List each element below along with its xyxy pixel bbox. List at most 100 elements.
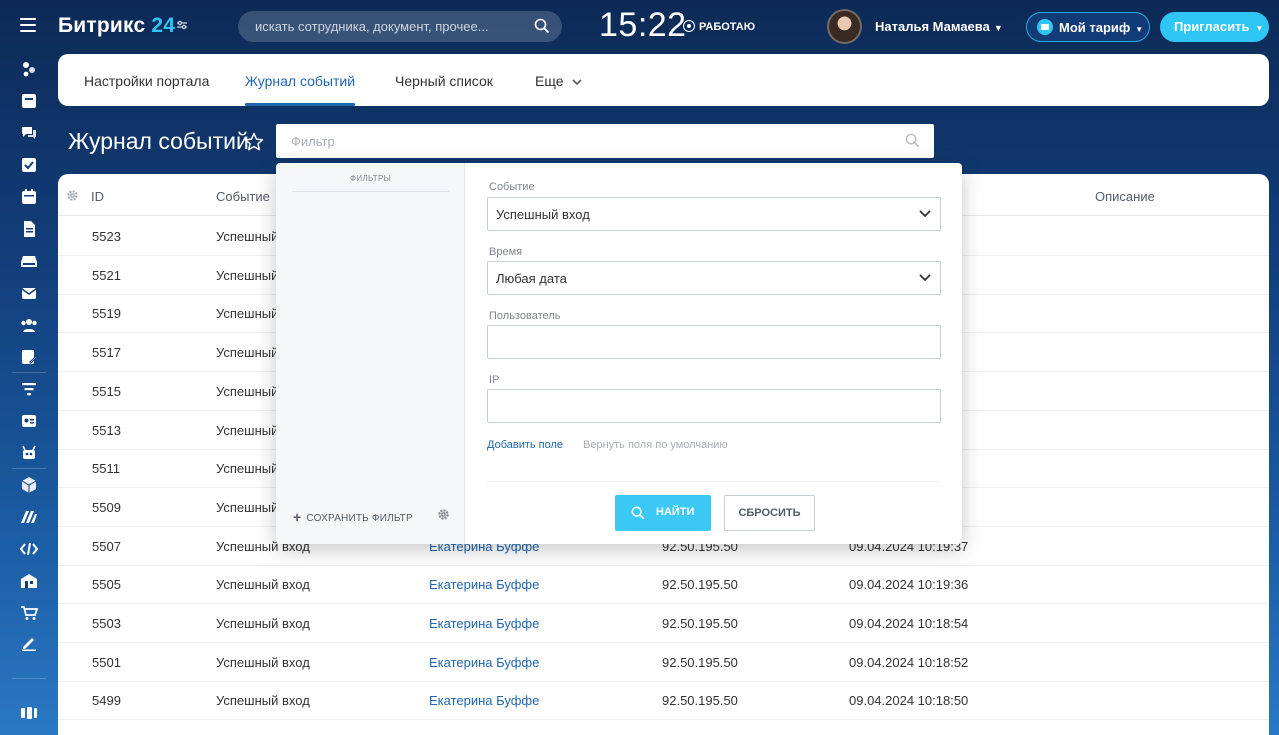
- column-settings-gear-icon[interactable]: [66, 189, 79, 202]
- gear-icon[interactable]: [437, 508, 450, 521]
- shop-icon[interactable]: [20, 604, 39, 622]
- filter-presets-panel: ФИЛЬТРЫ + СОХРАНИТЬ ФИЛЬТР: [276, 163, 465, 544]
- find-button[interactable]: НАЙТИ: [615, 495, 711, 531]
- plus-icon: +: [293, 509, 302, 525]
- chevron-down-icon: [919, 274, 931, 282]
- search-icon: [631, 506, 645, 520]
- logo[interactable]: Битрикс 24: [58, 14, 175, 38]
- developer-icon[interactable]: [19, 540, 39, 558]
- drive-icon[interactable]: [20, 252, 38, 270]
- cell-event: Успешный вход: [216, 693, 310, 709]
- add-field-link[interactable]: Добавить поле: [487, 439, 563, 451]
- user-name: Наталья Мамаева: [875, 19, 990, 34]
- column-header-id[interactable]: ID: [91, 189, 104, 204]
- cell-id: 5515: [92, 383, 121, 399]
- work-status-label: РАБОТАЮ: [699, 21, 756, 33]
- filter-search-input[interactable]: Фильтр: [276, 124, 934, 158]
- user-link[interactable]: Екатерина Буффе: [429, 655, 539, 670]
- save-filter-button[interactable]: + СОХРАНИТЬ ФИЛЬТР: [293, 509, 413, 525]
- activity-stream-icon[interactable]: [20, 60, 38, 78]
- filter-placeholder: Фильтр: [291, 134, 335, 149]
- user-link[interactable]: Екатерина Буффе: [429, 693, 539, 708]
- clock[interactable]: 15:22: [599, 6, 687, 45]
- tab-event-log[interactable]: Журнал событий: [245, 73, 356, 106]
- user-link[interactable]: Екатерина Буффе: [429, 616, 539, 631]
- ip-field[interactable]: [487, 389, 941, 423]
- left-sidebar: [0, 54, 58, 735]
- filter-icon[interactable]: [20, 380, 38, 398]
- find-button-label: НАЙТИ: [656, 506, 695, 518]
- chat-icon[interactable]: [20, 124, 38, 142]
- cell-id: 5519: [92, 306, 121, 322]
- caret-down-icon: ▼: [1135, 25, 1144, 34]
- time-select[interactable]: Любая дата: [487, 261, 941, 295]
- menu-icon[interactable]: [20, 18, 36, 32]
- sidebar-divider: [12, 372, 46, 373]
- event-select[interactable]: Успешный вход: [487, 197, 941, 231]
- logo-name: Битрикс: [58, 14, 146, 37]
- cell-ip: 92.50.195.50: [662, 616, 738, 631]
- user-menu[interactable]: Наталья Мамаева ▼: [875, 19, 1003, 34]
- cell-id: 5507: [92, 538, 121, 554]
- avatar[interactable]: [827, 9, 862, 44]
- tariff-button[interactable]: Мой тариф ▼: [1026, 12, 1150, 42]
- tab-more[interactable]: Еще: [535, 73, 582, 89]
- groups-icon[interactable]: [20, 316, 38, 334]
- event-field-label: Событие: [489, 181, 535, 193]
- box-icon[interactable]: [20, 476, 38, 494]
- table-row[interactable]: 5499 Успешный вход Екатерина Буффе 92.50.19…: [58, 681, 1269, 721]
- cell-time: 09.04.2024 10:18:50: [849, 693, 969, 709]
- contact-center-icon[interactable]: [20, 412, 38, 430]
- chevron-down-icon: [570, 78, 583, 88]
- cell-time: 09.04.2024 10:19:36: [849, 577, 969, 593]
- mail-icon[interactable]: [20, 284, 38, 302]
- forms-icon[interactable]: [20, 348, 38, 366]
- tab-portal-settings[interactable]: Настройки портала: [84, 73, 209, 89]
- checklist-icon[interactable]: [20, 156, 38, 174]
- cell-event: Успешный вход: [216, 577, 310, 593]
- table-row[interactable]: 5501 Успешный вход Екатерина Буффе 92.50.19…: [58, 643, 1269, 682]
- marketing-icon[interactable]: [20, 508, 38, 526]
- table-row[interactable]: 5505 Успешный вход Екатерина Буффе 92.50.19…: [58, 565, 1269, 605]
- user-field-label: Пользователь: [489, 310, 561, 322]
- cell-id: 5499: [92, 693, 121, 709]
- cell-id: 5521: [92, 267, 121, 283]
- cell-event: Успешный вход: [216, 654, 310, 670]
- cell-time: 09.04.2024 10:18:52: [849, 654, 969, 670]
- sign-icon[interactable]: [20, 634, 38, 652]
- cell-id: 5503: [92, 616, 121, 631]
- table-row[interactable]: 5503 Успешный вход Екатерина Буффе 92.50.19…: [58, 604, 1269, 643]
- search-icon[interactable]: [534, 18, 550, 34]
- cell-event: Успешный: [216, 499, 279, 515]
- search-placeholder: искать сотрудника, документ, прочее...: [255, 19, 489, 34]
- star-icon[interactable]: [244, 132, 264, 152]
- user-link[interactable]: Екатерина Буффе: [429, 577, 539, 592]
- record-icon: [683, 20, 695, 32]
- invite-button[interactable]: Пригласить ▼: [1160, 12, 1269, 42]
- time-field-label: Время: [489, 246, 523, 258]
- ip-field-label: IP: [489, 374, 500, 386]
- calendar-icon[interactable]: [20, 188, 38, 206]
- page-title: Журнал событий: [68, 128, 249, 154]
- logo-settings-icon[interactable]: [176, 19, 188, 34]
- restore-default-fields-link[interactable]: Вернуть поля по умолчанию: [583, 439, 728, 451]
- company-icon[interactable]: [20, 572, 38, 590]
- caret-down-icon: ▼: [993, 23, 1003, 33]
- tasks-icon[interactable]: [20, 92, 38, 110]
- robots-icon[interactable]: [20, 444, 38, 462]
- documents-icon[interactable]: [20, 220, 38, 238]
- reset-button[interactable]: СБРОСИТЬ: [724, 495, 815, 531]
- work-status[interactable]: РАБОТАЮ: [683, 20, 755, 33]
- settings-tabs: Настройки портала Журнал событий Черный …: [58, 54, 1269, 106]
- column-header-event[interactable]: Событие: [216, 189, 270, 204]
- invite-label: Пригласить: [1174, 19, 1250, 34]
- cell-event: Успешный: [216, 422, 279, 438]
- user-field[interactable]: [487, 325, 941, 359]
- global-search-input[interactable]: искать сотрудника, документ, прочее...: [238, 11, 562, 42]
- column-header-description[interactable]: Описание: [1095, 189, 1155, 204]
- tab-blacklist[interactable]: Черный список: [395, 73, 493, 89]
- chevron-down-icon: [919, 210, 931, 218]
- search-icon[interactable]: [905, 133, 920, 148]
- cell-ip: 92.50.195.50: [662, 654, 738, 670]
- apps-icon[interactable]: [20, 704, 38, 722]
